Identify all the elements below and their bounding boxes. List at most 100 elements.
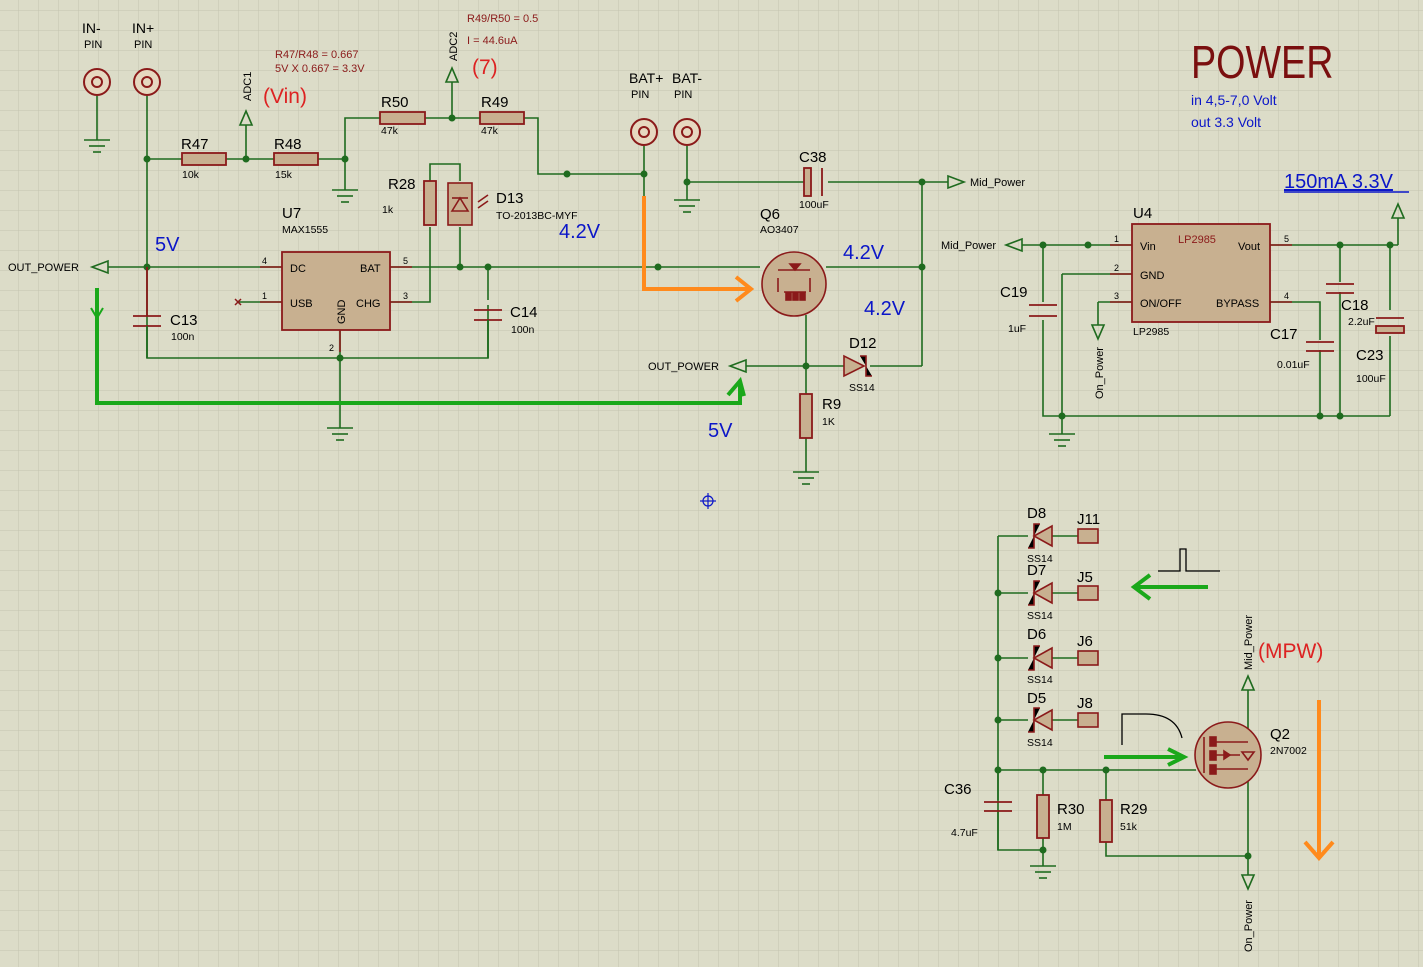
value-r49: 47k: [481, 125, 499, 137]
pin-bat-plus-type: PIN: [631, 89, 649, 101]
net-out-power-left: OUT_POWER: [8, 262, 79, 274]
label-r28: R28: [388, 176, 416, 193]
u4-pin-vin: Vin: [1140, 241, 1156, 253]
resistor-r47[interactable]: [181, 152, 227, 166]
note-ratio-r47-r48: R47/R48 = 0.667: [275, 49, 358, 61]
value-q6: AO3407: [760, 224, 799, 236]
mosfet-q2[interactable]: [1194, 721, 1262, 789]
u7-pin-dc: DC: [290, 263, 306, 275]
resistor-r28[interactable]: [423, 180, 437, 226]
label-d6: D6: [1027, 626, 1046, 643]
voltage-4v2-q6: 4.2V: [843, 242, 885, 264]
label-c14: C14: [510, 304, 538, 321]
connector-j8[interactable]: [1077, 712, 1099, 728]
net-mid-power-right: Mid_Power: [970, 177, 1025, 189]
label-c36: C36: [944, 781, 972, 798]
value-c38: 100uF: [799, 199, 829, 211]
value-d7: SS14: [1027, 610, 1053, 622]
u4-pin-onoff: ON/OFF: [1140, 298, 1182, 310]
connector-j11[interactable]: [1077, 528, 1099, 544]
label-r47: R47: [181, 136, 209, 153]
u4-chip-label: LP2985: [1178, 234, 1216, 246]
value-c17: 0.01uF: [1277, 359, 1310, 371]
value-d5: SS14: [1027, 737, 1053, 749]
label-c38: C38: [799, 149, 827, 166]
u7-pin-num-4: 4: [262, 256, 267, 266]
pin-bat-plus-ref: BAT+: [629, 70, 663, 86]
connector-j6[interactable]: [1077, 650, 1099, 666]
label-r50: R50: [381, 94, 409, 111]
voltage-5v-bottom: 5V: [708, 420, 733, 442]
value-r28: 1k: [382, 204, 394, 216]
label-u7: U7: [282, 205, 301, 222]
u7-pin-num-2: 2: [329, 343, 334, 353]
schematic-canvas[interactable]: IN- IN+ BAT+ BAT- PIN PIN PIN PIN DC BAT…: [0, 0, 1423, 967]
pin-in-plus-ref: IN+: [132, 20, 154, 36]
label-c13: C13: [170, 312, 198, 329]
power-output-voltage: out 3.3 Volt: [1191, 114, 1261, 130]
note-current: I = 44.6uA: [467, 35, 518, 47]
mosfet-q6[interactable]: [761, 251, 827, 317]
u4-pin-vout: Vout: [1238, 241, 1260, 253]
pin-bat-minus-ref: BAT-: [672, 70, 702, 86]
voltage-4v2-d13: 4.2V: [559, 221, 601, 243]
label-j11: J11: [1077, 511, 1100, 528]
value-c18: 2.2uF: [1348, 316, 1375, 328]
note-calc-5v: 5V X 0.667 = 3.3V: [275, 63, 365, 75]
value-c13: 100n: [171, 331, 195, 343]
value-u4: LP2985: [1133, 326, 1169, 338]
label-r9: R9: [822, 396, 841, 413]
value-r48: 15k: [275, 169, 293, 181]
label-j8: J8: [1077, 695, 1093, 712]
pin-in-plus[interactable]: [133, 68, 161, 96]
connector-j5[interactable]: [1077, 585, 1099, 601]
u7-pin-bat: BAT: [360, 263, 381, 275]
u4-pin-num-1: 1: [1114, 234, 1119, 244]
value-r47: 10k: [182, 169, 200, 181]
u7-pin-chg: CHG: [356, 298, 380, 310]
value-r9: 1K: [822, 416, 835, 428]
label-d13: D13: [496, 190, 524, 207]
pin-in-minus-type: PIN: [84, 39, 102, 51]
note-mpw: (MPW): [1258, 640, 1323, 663]
label-r49: R49: [481, 94, 509, 111]
u7-pin-num-3: 3: [403, 291, 408, 301]
voltage-4v2-d12: 4.2V: [864, 298, 906, 320]
power-input-range: in 4,5-7,0 Volt: [1191, 92, 1277, 108]
label-q2: Q2: [1270, 726, 1290, 743]
label-r30: R30: [1057, 801, 1085, 818]
value-d8: SS14: [1027, 553, 1053, 565]
note-seven: (7): [472, 56, 498, 79]
net-adc2: ADC2: [448, 32, 460, 61]
u4-pin-num-4: 4: [1284, 291, 1289, 301]
label-c19: C19: [1000, 284, 1028, 301]
value-c23: 100uF: [1356, 373, 1386, 385]
value-q2: 2N7002: [1270, 745, 1307, 757]
net-on-power-u4: On_Power: [1094, 347, 1106, 399]
label-r48: R48: [274, 136, 302, 153]
label-j5: J5: [1077, 569, 1093, 586]
pin-bat-plus[interactable]: [630, 118, 658, 146]
pin-bat-minus[interactable]: [673, 118, 701, 146]
resistor-r49[interactable]: [479, 111, 525, 125]
net-adc1: ADC1: [242, 72, 254, 101]
note-ratio-r49-r50: R49/R50 = 0.5: [467, 13, 538, 25]
net-mid-power-u4: Mid_Power: [941, 240, 996, 252]
resistor-r9[interactable]: [799, 393, 813, 439]
label-d8: D8: [1027, 505, 1046, 522]
label-c17: C17: [1270, 326, 1298, 343]
value-r29: 51k: [1120, 821, 1138, 833]
ldo-spec: 150mA 3.3V: [1284, 171, 1394, 193]
resistor-r48[interactable]: [273, 152, 319, 166]
value-d6: SS14: [1027, 674, 1053, 686]
resistor-r50[interactable]: [379, 111, 426, 125]
voltage-5v-top: 5V: [155, 234, 180, 256]
resistor-r30[interactable]: [1036, 794, 1050, 839]
value-r50: 47k: [381, 125, 399, 137]
grid-background: [0, 0, 1423, 967]
u4-pin-num-2: 2: [1114, 263, 1119, 273]
value-d12: SS14: [849, 382, 875, 394]
resistor-r29[interactable]: [1099, 799, 1113, 843]
pin-in-minus[interactable]: [83, 68, 111, 96]
label-d12: D12: [849, 335, 877, 352]
